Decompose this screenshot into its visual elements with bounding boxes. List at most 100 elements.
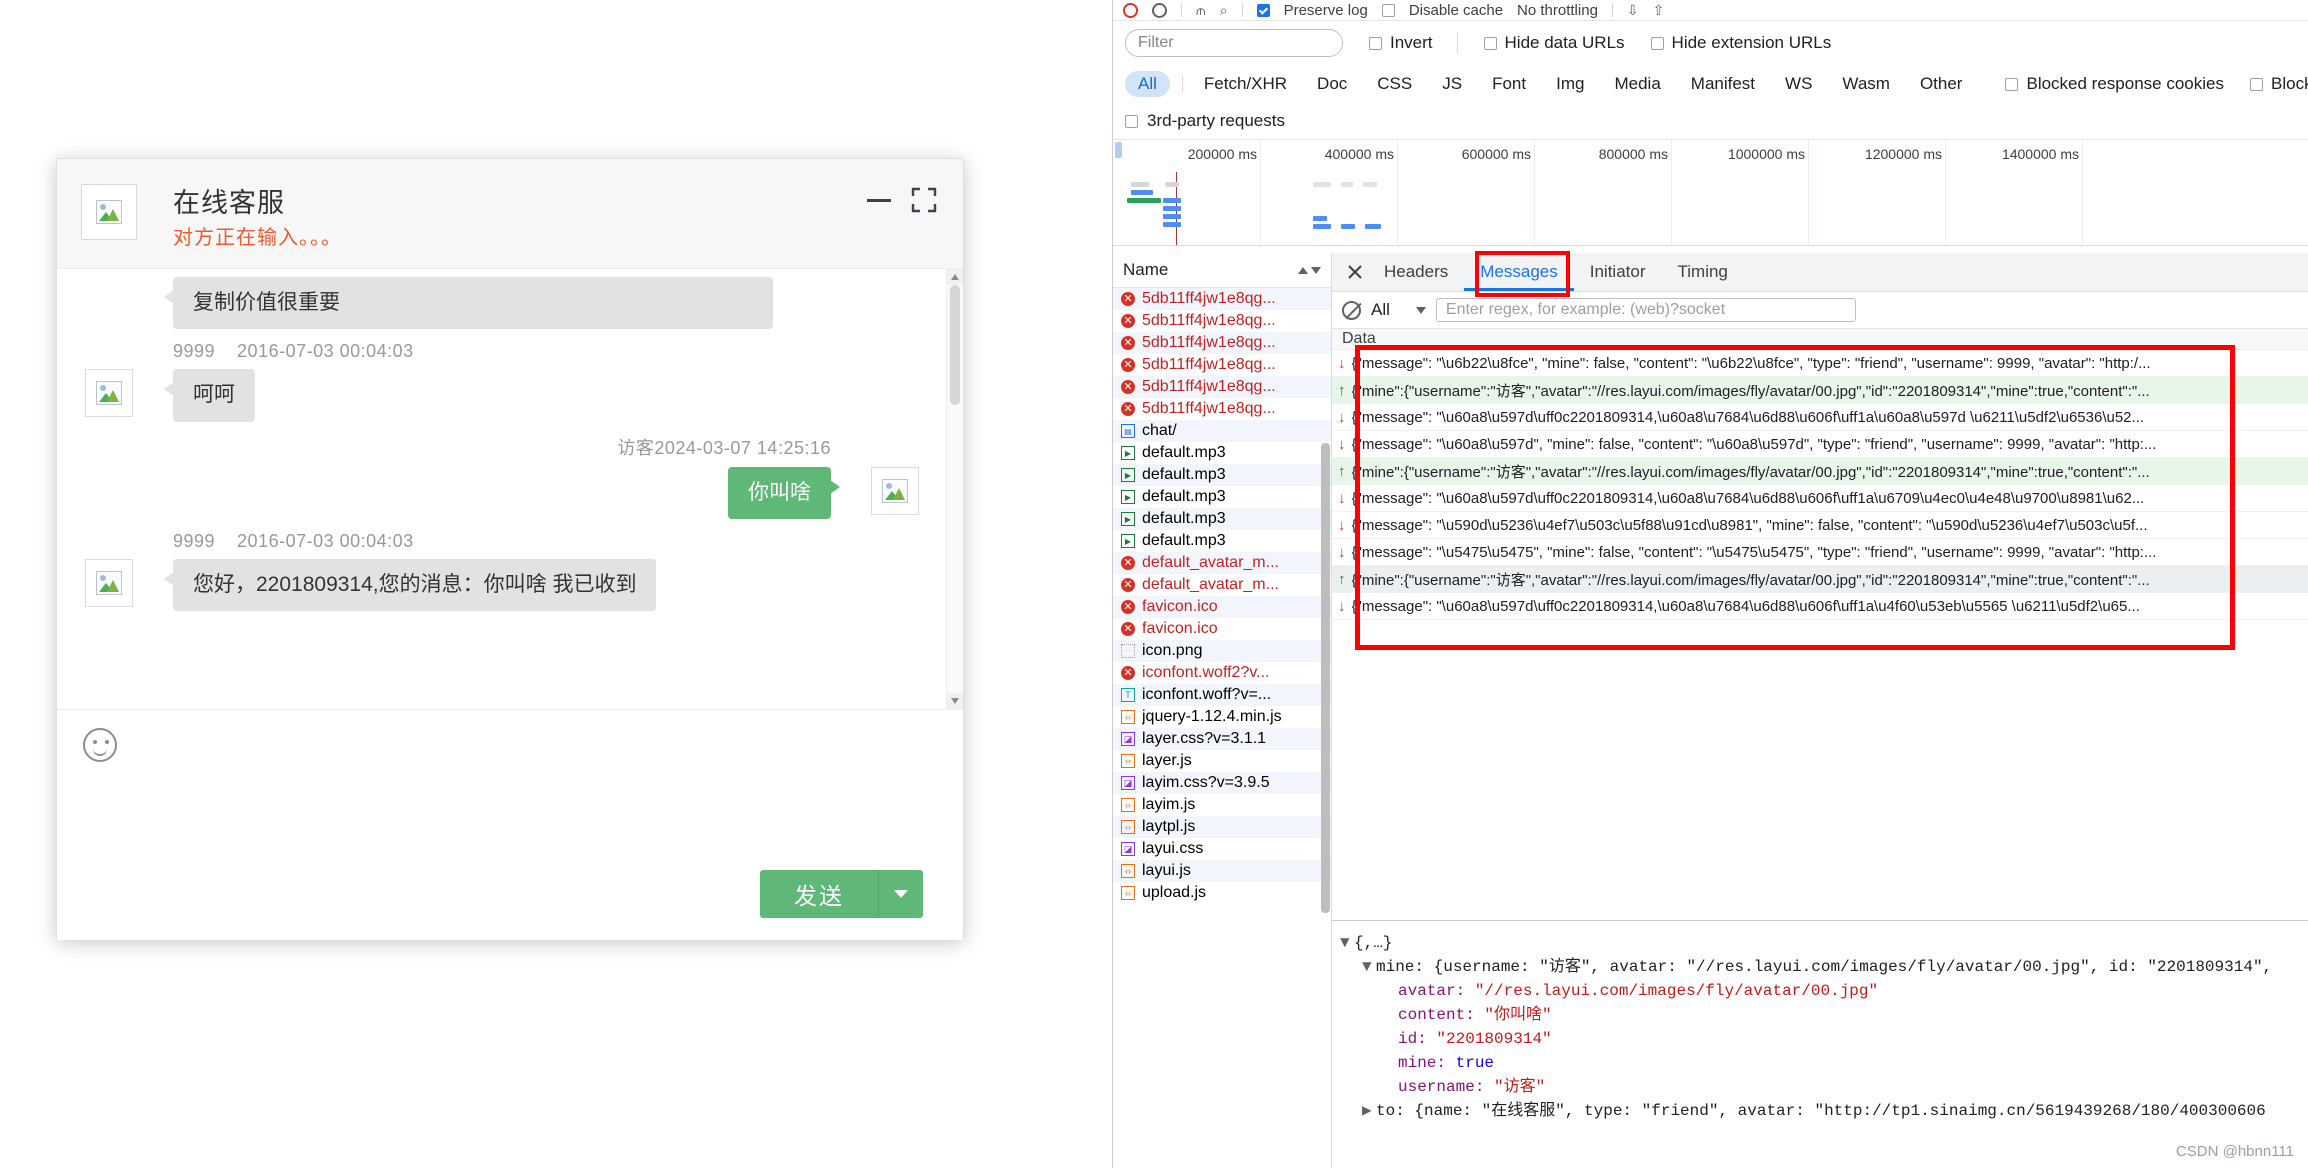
filter-input[interactable] (1125, 29, 1343, 57)
sort-arrows-icon[interactable] (1298, 266, 1321, 274)
ws-message-row[interactable]: ↑ {"mine":{"username":"访客","avatar":"//re… (1332, 458, 2308, 485)
request-list-item[interactable]: ‹› layim.js (1113, 794, 1331, 816)
request-list-scrollbar[interactable] (1321, 443, 1330, 913)
request-list-item[interactable]: ✕ 5db11ff4jw1e8qg... (1113, 398, 1331, 420)
json-mine-line[interactable]: ▼ mine: {username: "访客", avatar: "//res.l… (1340, 955, 2308, 979)
resource-type-chip-media[interactable]: Media (1601, 71, 1673, 97)
json-root-line[interactable]: ▼ {,…} (1340, 931, 2308, 955)
request-list-item[interactable]: ▤ chat/ (1113, 420, 1331, 442)
request-list-item[interactable]: ‹› upload.js (1113, 882, 1331, 904)
ws-message-row[interactable]: ↓ {"message": "\u60a8\u597d\uff0c22018093… (1332, 593, 2308, 620)
tab-messages[interactable]: Messages (1464, 253, 1573, 291)
resource-type-chip-font[interactable]: Font (1479, 71, 1539, 97)
resource-type-chip-js[interactable]: JS (1429, 71, 1475, 97)
request-list-item[interactable]: ✕ 5db11ff4jw1e8qg... (1113, 332, 1331, 354)
blocked-requests-checkbox[interactable] (2250, 77, 2263, 91)
ws-message-row[interactable]: ↓ {"message": "\u60a8\u597d", "mine": fal… (1332, 431, 2308, 458)
send-button[interactable]: 发送 (760, 870, 878, 918)
tab-headers[interactable]: Headers (1368, 253, 1464, 291)
export-har-icon[interactable]: ⇧ (1653, 2, 1665, 19)
hide-data-urls-checkbox[interactable] (1483, 36, 1497, 50)
chat-scrollbar[interactable] (946, 269, 963, 709)
request-list-item[interactable]: ✕ 5db11ff4jw1e8qg... (1113, 354, 1331, 376)
minimize-icon[interactable] (867, 199, 891, 202)
ws-message-row[interactable]: ↓ {"message": "\u5475\u5475", "mine": fal… (1332, 539, 2308, 566)
close-icon[interactable] (1342, 259, 1368, 285)
invert-checkbox-group[interactable]: Invert (1369, 33, 1433, 53)
resource-type-chip-doc[interactable]: Doc (1304, 71, 1360, 97)
tab-timing[interactable]: Timing (1662, 253, 1744, 291)
resource-type-chip-other[interactable]: Other (1907, 71, 1976, 97)
request-list-item[interactable]: ✕ 5db11ff4jw1e8qg... (1113, 310, 1331, 332)
third-party-requests-checkbox[interactable] (1125, 114, 1138, 128)
resource-type-chip-img[interactable]: Img (1543, 71, 1597, 97)
blocked-requests-group[interactable]: Blocked requests (2250, 74, 2308, 94)
clear-circle-icon[interactable] (1152, 2, 1167, 18)
ws-type-select[interactable]: All (1371, 300, 1426, 320)
ws-message-row[interactable]: ↑ {"mine":{"username":"访客","avatar":"//re… (1332, 377, 2308, 404)
scroll-down-arrow-icon[interactable] (947, 693, 963, 709)
request-list-item[interactable]: ▶ default.mp3 (1113, 508, 1331, 530)
record-circle-icon[interactable] (1123, 2, 1138, 18)
resource-type-chip-manifest[interactable]: Manifest (1678, 71, 1768, 97)
request-list-item[interactable]: ◪ layui.css (1113, 838, 1331, 860)
ws-message-rows[interactable]: ↓ {"message": "\u6b22\u8fce", "mine": fal… (1332, 350, 2308, 620)
preserve-log-checkbox[interactable] (1256, 3, 1270, 17)
chevron-down-icon[interactable] (878, 870, 923, 918)
ws-message-row[interactable]: ↓ {"message": "\u590d\u5236\u4ef7\u503c\u… (1332, 512, 2308, 539)
hide-data-urls-group[interactable]: Hide data URLs (1483, 33, 1625, 53)
ws-message-row[interactable]: ↓ {"message": "\u6b22\u8fce", "mine": fal… (1332, 350, 2308, 377)
scroll-up-arrow-icon[interactable] (947, 269, 963, 285)
ws-message-row[interactable]: ↓ {"message": "\u60a8\u597d\uff0c22018093… (1332, 404, 2308, 431)
third-party-requests-group[interactable]: 3rd-party requests (1113, 103, 2308, 140)
invert-checkbox[interactable] (1369, 36, 1382, 50)
maximize-icon[interactable] (911, 187, 937, 213)
request-list-item[interactable]: ‹› layui.js (1113, 860, 1331, 882)
hide-extension-urls-checkbox[interactable] (1650, 36, 1664, 50)
request-list-item[interactable]: ✕ 5db11ff4jw1e8qg... (1113, 288, 1331, 310)
request-list-item[interactable]: icon.png (1113, 640, 1331, 662)
hide-extension-urls-group[interactable]: Hide extension URLs (1650, 33, 1831, 53)
request-list-item[interactable]: ✕ favicon.ico (1113, 618, 1331, 640)
resource-type-chip-css[interactable]: CSS (1364, 71, 1425, 97)
request-list-item[interactable]: ▶ default.mp3 (1113, 530, 1331, 552)
json-to-line[interactable]: ▶ to: {name: "在线客服", type: "friend", avat… (1340, 1099, 2308, 1123)
request-list-item[interactable]: ▶ default.mp3 (1113, 442, 1331, 464)
request-list-item[interactable]: ◪ layer.css?v=3.1.1 (1113, 728, 1331, 750)
scrollbar-thumb[interactable] (950, 285, 960, 405)
no-entry-icon[interactable] (1342, 300, 1361, 320)
name-column-header[interactable]: Name (1113, 253, 1331, 288)
request-list-item[interactable]: ▶ default.mp3 (1113, 486, 1331, 508)
request-list-item[interactable]: ✕ default_avatar_m... (1113, 552, 1331, 574)
smiley-face-icon[interactable] (83, 728, 117, 762)
ws-message-row[interactable]: ↓ {"message": "\u60a8\u597d\uff0c22018093… (1332, 485, 2308, 512)
request-list-item[interactable]: Ticonfont.woff?v=... (1113, 684, 1331, 706)
ws-regex-input[interactable] (1435, 298, 1856, 322)
ws-message-row[interactable]: ↑ {"mine":{"username":"访客","avatar":"//re… (1332, 566, 2308, 593)
request-list-item[interactable]: ‹› jquery-1.12.4.min.js (1113, 706, 1331, 728)
chat-message-list[interactable]: 复制价值很重要 9999 2016-07-03 00:04:03 呵呵 访客2024-0… (57, 269, 963, 709)
search-icon[interactable]: ⌕ (1220, 2, 1228, 19)
filter-funnel-icon[interactable]: ⫙ (1196, 2, 1206, 19)
request-list-item[interactable]: ▶ default.mp3 (1113, 464, 1331, 486)
request-list-item[interactable]: ✕ iconfont.woff2?v... (1113, 662, 1331, 684)
import-har-icon[interactable]: ⇩ (1627, 2, 1639, 19)
request-list-item[interactable]: ✕ favicon.ico (1113, 596, 1331, 618)
network-request-list[interactable]: Name ✕ 5db11ff4jw1e8qg... ✕ 5db11ff4jw1e8qg… (1113, 253, 1332, 1168)
disable-cache-checkbox[interactable] (1381, 3, 1395, 17)
request-list-item[interactable]: ◪ layim.css?v=3.9.5 (1113, 772, 1331, 794)
resource-type-chip-fetch-xhr[interactable]: Fetch/XHR (1191, 71, 1300, 97)
chevron-down-icon[interactable] (1415, 306, 1426, 314)
blocked-response-cookies-group[interactable]: Blocked response cookies (2005, 74, 2224, 94)
ws-payload-json-tree[interactable]: ▼ {,…} ▼ mine: {username: "访客", avatar: "/… (1332, 925, 2308, 1160)
request-list-item[interactable]: ✕ default_avatar_m... (1113, 574, 1331, 596)
resource-type-chip-all[interactable]: All (1125, 71, 1170, 97)
resource-type-chip-wasm[interactable]: Wasm (1829, 71, 1903, 97)
tab-initiator[interactable]: Initiator (1574, 253, 1662, 291)
resource-type-chip-ws[interactable]: WS (1772, 71, 1825, 97)
request-list-item[interactable]: ‹› layer.js (1113, 750, 1331, 772)
throttling-select[interactable]: No throttling (1517, 2, 1598, 19)
chat-input-area[interactable] (57, 784, 963, 862)
network-overview-timeline[interactable]: 200000 ms 400000 ms 600000 ms 800000 ms 1000… (1113, 140, 2308, 246)
overview-left-handle[interactable] (1115, 142, 1122, 158)
